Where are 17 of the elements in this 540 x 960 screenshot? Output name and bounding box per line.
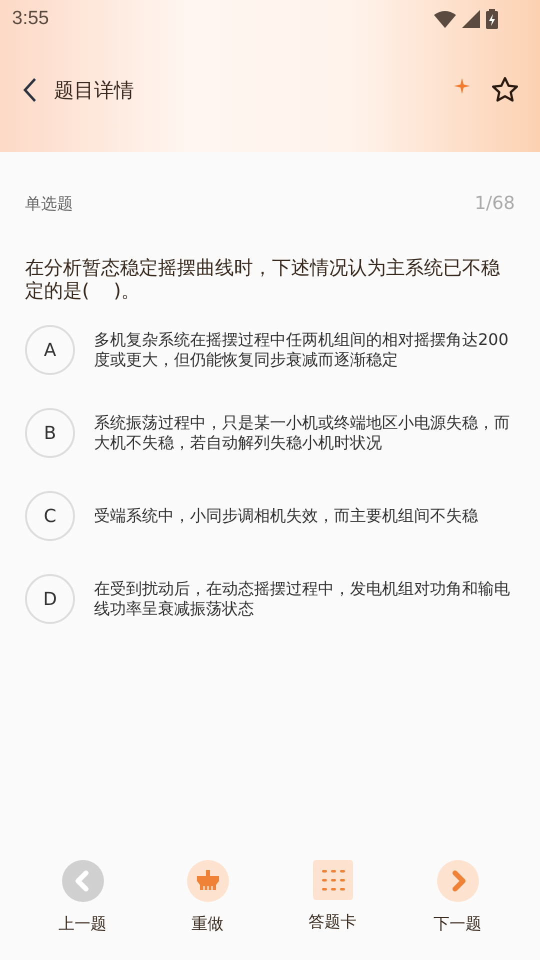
signal-icon [462, 10, 480, 28]
nav-button[interactable]: 重做 [162, 860, 252, 936]
nav-button[interactable]: 下一题 [412, 860, 502, 936]
sparkle-icon [454, 78, 470, 94]
question-text: 在分析暂态稳定摇摆曲线时，下述情况认为主系统已不稳定的是( )。 [25, 257, 501, 303]
option-text[interactable]: 受端系统中，小同步调相机失效，而主要机组间不失稳 [90, 506, 478, 526]
status-time: 3:55 [12, 6, 49, 31]
brush-icon [186, 860, 228, 902]
page-title: 题目详情 [54, 77, 134, 104]
battery-charging-icon [486, 9, 498, 29]
option-text[interactable]: 在受到扰动后，在动态摇摆过程中，发电机组对功角和输电线功率呈衰减振荡状态 [90, 579, 515, 619]
question-type: 单选题 [25, 192, 73, 214]
wifi-icon [434, 10, 456, 28]
option-text[interactable]: 系统振荡过程中，只是某一小机或终端地区小电源失稳，而大机不失稳，若自动解列失稳小机时状况 [90, 413, 515, 453]
grid-icon [312, 860, 352, 900]
nav-button[interactable]: 答题卡 [288, 860, 378, 936]
option-text[interactable]: 多机复杂系统在摇摆过程中任两机组间的相对摇摆角达200度或更大，但仍能恢复同步衰减而逐渐稳定 [90, 330, 515, 370]
